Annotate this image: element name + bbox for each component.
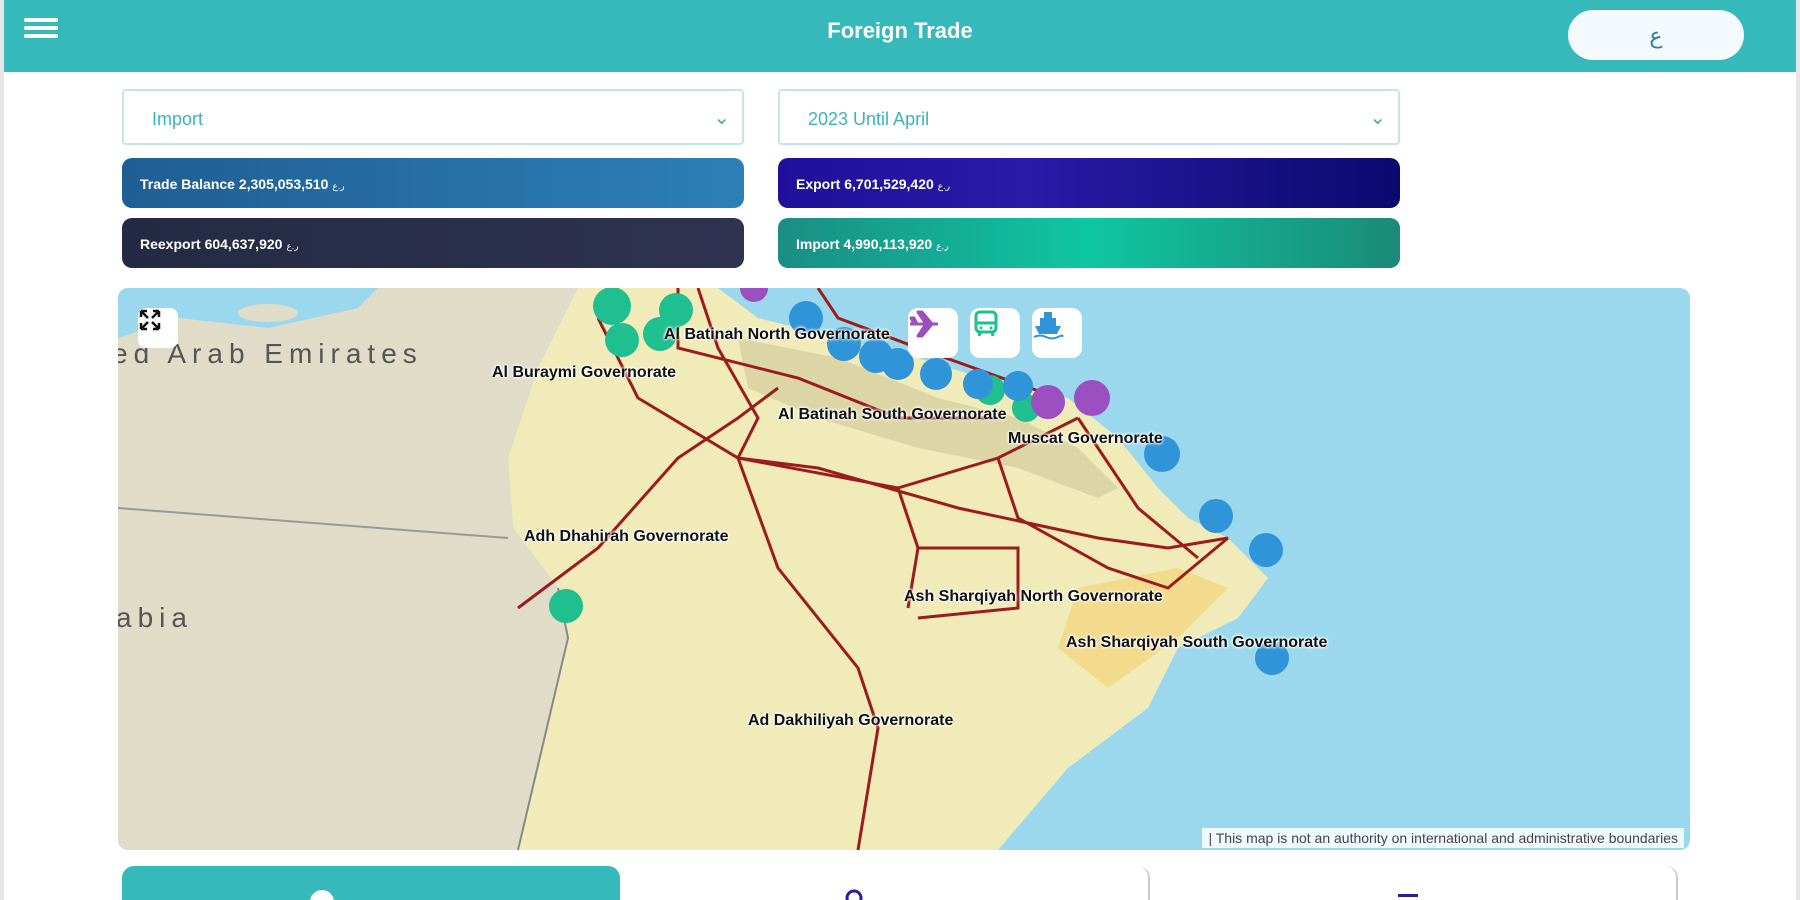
marker bbox=[1199, 499, 1233, 533]
label-batinah-south: Al Batinah South Governorate bbox=[778, 406, 1007, 423]
label-muscat: Muscat Governorate bbox=[1008, 430, 1163, 447]
sea-mode-button[interactable] bbox=[1032, 308, 1082, 358]
export-value: 6,701,529,420 bbox=[844, 176, 934, 192]
marker bbox=[963, 369, 993, 399]
currency-unit: ر.ع bbox=[332, 181, 345, 191]
location-pin-icon bbox=[845, 889, 863, 900]
fullscreen-button[interactable] bbox=[138, 308, 178, 348]
label-buraymi: Al Buraymi Governorate bbox=[492, 364, 677, 381]
marker bbox=[1074, 380, 1110, 416]
trash-icon bbox=[1398, 894, 1418, 897]
label-batinah-north: Al Batinah North Governorate bbox=[664, 326, 890, 343]
air-mode-button[interactable] bbox=[908, 308, 958, 358]
trade-type-select[interactable]: Import ⌄ bbox=[122, 89, 744, 145]
label-dhahirah: Adh Dhahirah Governorate bbox=[524, 528, 729, 545]
ship-icon bbox=[1033, 312, 1064, 340]
country-label-saudi: abia bbox=[118, 602, 193, 633]
import-value: 4,990,113,920 bbox=[843, 236, 933, 252]
marker bbox=[593, 288, 631, 325]
chevron-down-icon: ⌄ bbox=[1369, 107, 1386, 129]
trade-map[interactable]: ed Arab Emirates abia Al Batinah North G… bbox=[118, 288, 1690, 850]
tab-commodities[interactable] bbox=[1150, 866, 1678, 900]
currency-unit: ر.ع bbox=[286, 241, 299, 251]
marker bbox=[1031, 385, 1065, 419]
expand-icon bbox=[139, 309, 161, 331]
reexport-stat: Reexport 604,637,920 ر.ع bbox=[122, 218, 744, 268]
marker bbox=[920, 358, 952, 390]
language-toggle-button[interactable]: ع bbox=[1568, 10, 1744, 60]
marker bbox=[605, 323, 639, 357]
marker bbox=[1249, 533, 1283, 567]
reexport-value: 604,637,920 bbox=[204, 236, 283, 252]
bus-icon bbox=[974, 310, 998, 337]
reexport-label: Reexport bbox=[140, 236, 201, 252]
currency-unit: ر.ع bbox=[937, 181, 950, 191]
marker bbox=[549, 589, 583, 623]
label-sharqiyah-north: Ash Sharqiyah North Governorate bbox=[904, 588, 1163, 605]
trade-balance-label: Trade Balance bbox=[140, 176, 235, 192]
marker bbox=[740, 288, 768, 302]
currency-unit: ر.ع bbox=[936, 241, 949, 251]
period-select[interactable]: 2023 Until April ⌄ bbox=[778, 89, 1400, 145]
label-dakhiliyah: Ad Dakhiliyah Governorate bbox=[748, 712, 954, 729]
globe-icon bbox=[310, 890, 334, 900]
app-header: Foreign Trade ع bbox=[4, 0, 1796, 72]
export-stat: Export 6,701,529,420 ر.ع bbox=[778, 158, 1400, 208]
trade-balance-value: 2,305,053,510 bbox=[238, 176, 329, 192]
trade-type-value: Import bbox=[152, 109, 204, 129]
land-mode-button[interactable] bbox=[970, 308, 1020, 358]
chevron-down-icon: ⌄ bbox=[713, 107, 730, 129]
trade-balance-stat: Trade Balance 2,305,053,510 ر.ع bbox=[122, 158, 744, 208]
import-stat: Import 4,990,113,920 ر.ع bbox=[778, 218, 1400, 268]
period-value: 2023 Until April bbox=[808, 109, 930, 129]
app-window: Foreign Trade ع Import ⌄ 2023 Until Apri… bbox=[0, 0, 1800, 900]
import-label: Import bbox=[796, 236, 840, 252]
map-canvas bbox=[118, 288, 1289, 850]
airplane-icon bbox=[909, 310, 938, 338]
tab-ports[interactable] bbox=[620, 866, 1150, 900]
label-sharqiyah-south: Ash Sharqiyah South Governorate bbox=[1066, 634, 1328, 651]
tab-countries[interactable] bbox=[122, 866, 620, 900]
export-label: Export bbox=[796, 176, 841, 192]
marker bbox=[1003, 371, 1033, 401]
page-title: Foreign Trade bbox=[827, 18, 973, 43]
map-disclaimer: | This map is not an authority on intern… bbox=[1202, 828, 1684, 848]
island bbox=[238, 304, 298, 322]
